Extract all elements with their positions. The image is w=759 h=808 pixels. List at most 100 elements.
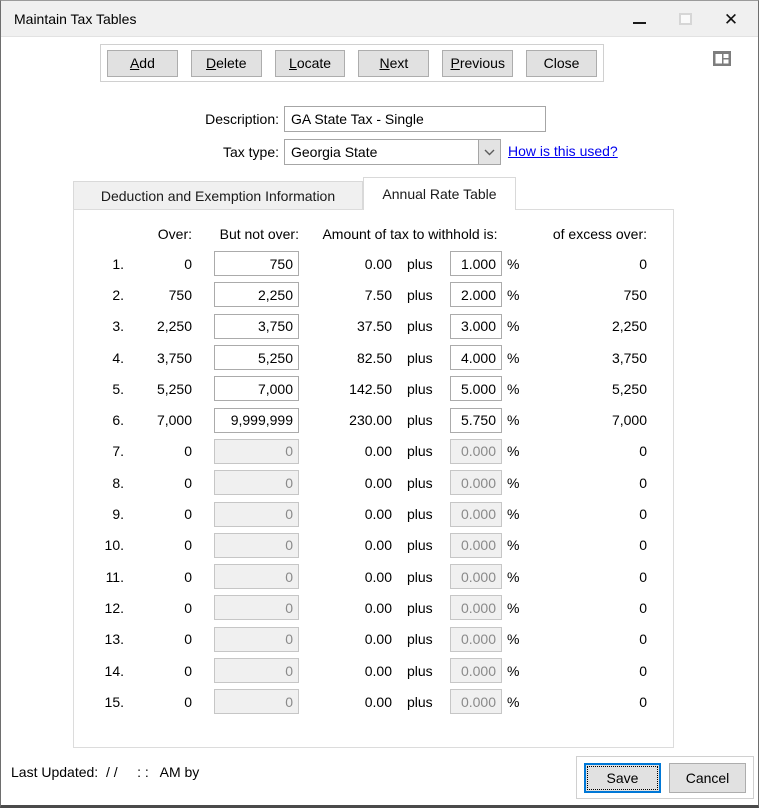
percent-label: % <box>507 286 520 303</box>
add-button[interactable]: Add <box>107 49 178 77</box>
row-number: 6. <box>112 412 124 429</box>
excess-value: 0 <box>639 599 647 616</box>
amount-value: 37.50 <box>356 318 392 335</box>
percent-label: % <box>507 380 520 397</box>
plus-label: plus <box>407 599 433 616</box>
action-buttons-box: Save Cancel <box>576 756 754 799</box>
description-input[interactable] <box>284 106 546 132</box>
over-value: 0 <box>184 443 192 460</box>
header-amount: Amount of tax to withhold is: <box>322 226 498 242</box>
over-value: 7,000 <box>156 412 192 429</box>
record-toolbar: Add Delete Locate Next Previous Close <box>100 44 604 82</box>
close-record-button[interactable]: Close <box>526 49 597 77</box>
window-title: Maintain Tax Tables <box>14 10 137 27</box>
save-button[interactable]: Save <box>584 762 661 793</box>
rate-input[interactable] <box>450 376 502 402</box>
tab-annual-rate-table[interactable]: Annual Rate Table <box>363 177 516 210</box>
over-value: 0 <box>184 255 192 272</box>
next-button[interactable]: Next <box>358 49 430 77</box>
but-not-over-input[interactable] <box>214 407 299 433</box>
row-number: 1. <box>112 255 124 272</box>
previous-button[interactable]: Previous <box>442 49 514 77</box>
delete-button[interactable]: Delete <box>190 49 262 77</box>
rate-input <box>450 689 502 715</box>
rate-table-rows: 1. 0 0.00 plus % 0 2. 750 7.50 plus % 75… <box>74 248 673 717</box>
rate-input[interactable] <box>450 407 502 433</box>
percent-label: % <box>507 568 520 585</box>
over-value: 750 <box>168 286 192 303</box>
percent-label: % <box>507 506 520 523</box>
row-number: 5. <box>112 380 124 397</box>
amount-value: 0.00 <box>364 506 392 523</box>
plus-label: plus <box>407 380 433 397</box>
table-row: 13. 0 0.00 plus % 0 <box>74 624 673 655</box>
excess-value: 0 <box>639 568 647 585</box>
rate-input <box>450 595 502 621</box>
plus-label: plus <box>407 318 433 335</box>
excess-value: 5,250 <box>611 380 647 397</box>
table-row: 3. 2,250 37.50 plus % 2,250 <box>74 311 673 342</box>
description-label: Description: <box>205 111 279 127</box>
but-not-over-input <box>214 658 299 683</box>
rate-input <box>450 470 502 496</box>
locate-button[interactable]: Locate <box>274 49 346 77</box>
rate-input <box>450 658 502 683</box>
row-number: 9. <box>112 506 124 523</box>
over-value: 0 <box>184 537 192 554</box>
tax-type-value[interactable] <box>285 140 478 164</box>
rate-input[interactable] <box>450 313 502 339</box>
but-not-over-input[interactable] <box>214 345 299 371</box>
excess-value: 0 <box>639 693 647 710</box>
excess-value: 0 <box>639 662 647 679</box>
tax-type-label: Tax type: <box>222 144 279 160</box>
table-row: 11. 0 0.00 plus % 0 <box>74 561 673 592</box>
how-is-this-used-link[interactable]: How is this used? <box>508 143 618 159</box>
rate-input <box>450 564 502 590</box>
over-value: 5,250 <box>156 380 192 397</box>
last-updated-text: Last Updated: / / : : AM by <box>11 764 200 780</box>
excess-value: 0 <box>639 506 647 523</box>
excess-value: 0 <box>639 474 647 491</box>
tax-type-dropdown-button[interactable] <box>478 140 500 164</box>
but-not-over-input <box>214 501 299 527</box>
close-icon: ✕ <box>723 9 739 29</box>
plus-label: plus <box>407 506 433 523</box>
window-layout-icon[interactable] <box>712 50 732 68</box>
but-not-over-input[interactable] <box>214 282 299 308</box>
rate-input[interactable] <box>450 282 502 308</box>
window-controls: ✕ <box>616 1 754 37</box>
row-number: 12. <box>104 599 124 616</box>
but-not-over-input <box>214 626 299 652</box>
percent-label: % <box>507 443 520 460</box>
plus-label: plus <box>407 568 433 585</box>
percent-label: % <box>507 474 520 491</box>
over-value: 0 <box>184 474 192 491</box>
amount-value: 0.00 <box>364 474 392 491</box>
rate-input[interactable] <box>450 251 502 277</box>
tax-type-combobox[interactable] <box>284 139 501 165</box>
minimize-button[interactable] <box>616 1 662 37</box>
row-number: 15. <box>104 693 124 710</box>
row-number: 7. <box>112 443 124 460</box>
but-not-over-input[interactable] <box>214 376 299 402</box>
percent-label: % <box>507 255 520 272</box>
rate-input[interactable] <box>450 345 502 371</box>
but-not-over-input <box>214 689 299 715</box>
but-not-over-input[interactable] <box>214 251 299 277</box>
table-row: 15. 0 0.00 plus % 0 <box>74 686 673 717</box>
but-not-over-input <box>214 532 299 558</box>
maximize-icon <box>678 13 692 25</box>
plus-label: plus <box>407 412 433 429</box>
minimize-icon <box>632 22 646 24</box>
plus-label: plus <box>407 693 433 710</box>
percent-label: % <box>507 693 520 710</box>
close-button[interactable]: ✕ <box>708 1 754 37</box>
cancel-button[interactable]: Cancel <box>669 762 746 793</box>
maintain-tax-tables-window: Maintain Tax Tables ✕ Add Delete Locate … <box>0 0 759 808</box>
plus-label: plus <box>407 537 433 554</box>
over-value: 3,750 <box>156 349 192 366</box>
table-row: 14. 0 0.00 plus % 0 <box>74 655 673 686</box>
table-row: 1. 0 0.00 plus % 0 <box>74 248 673 279</box>
but-not-over-input[interactable] <box>214 313 299 339</box>
tab-deduction-exemption[interactable]: Deduction and Exemption Information <box>73 181 363 209</box>
